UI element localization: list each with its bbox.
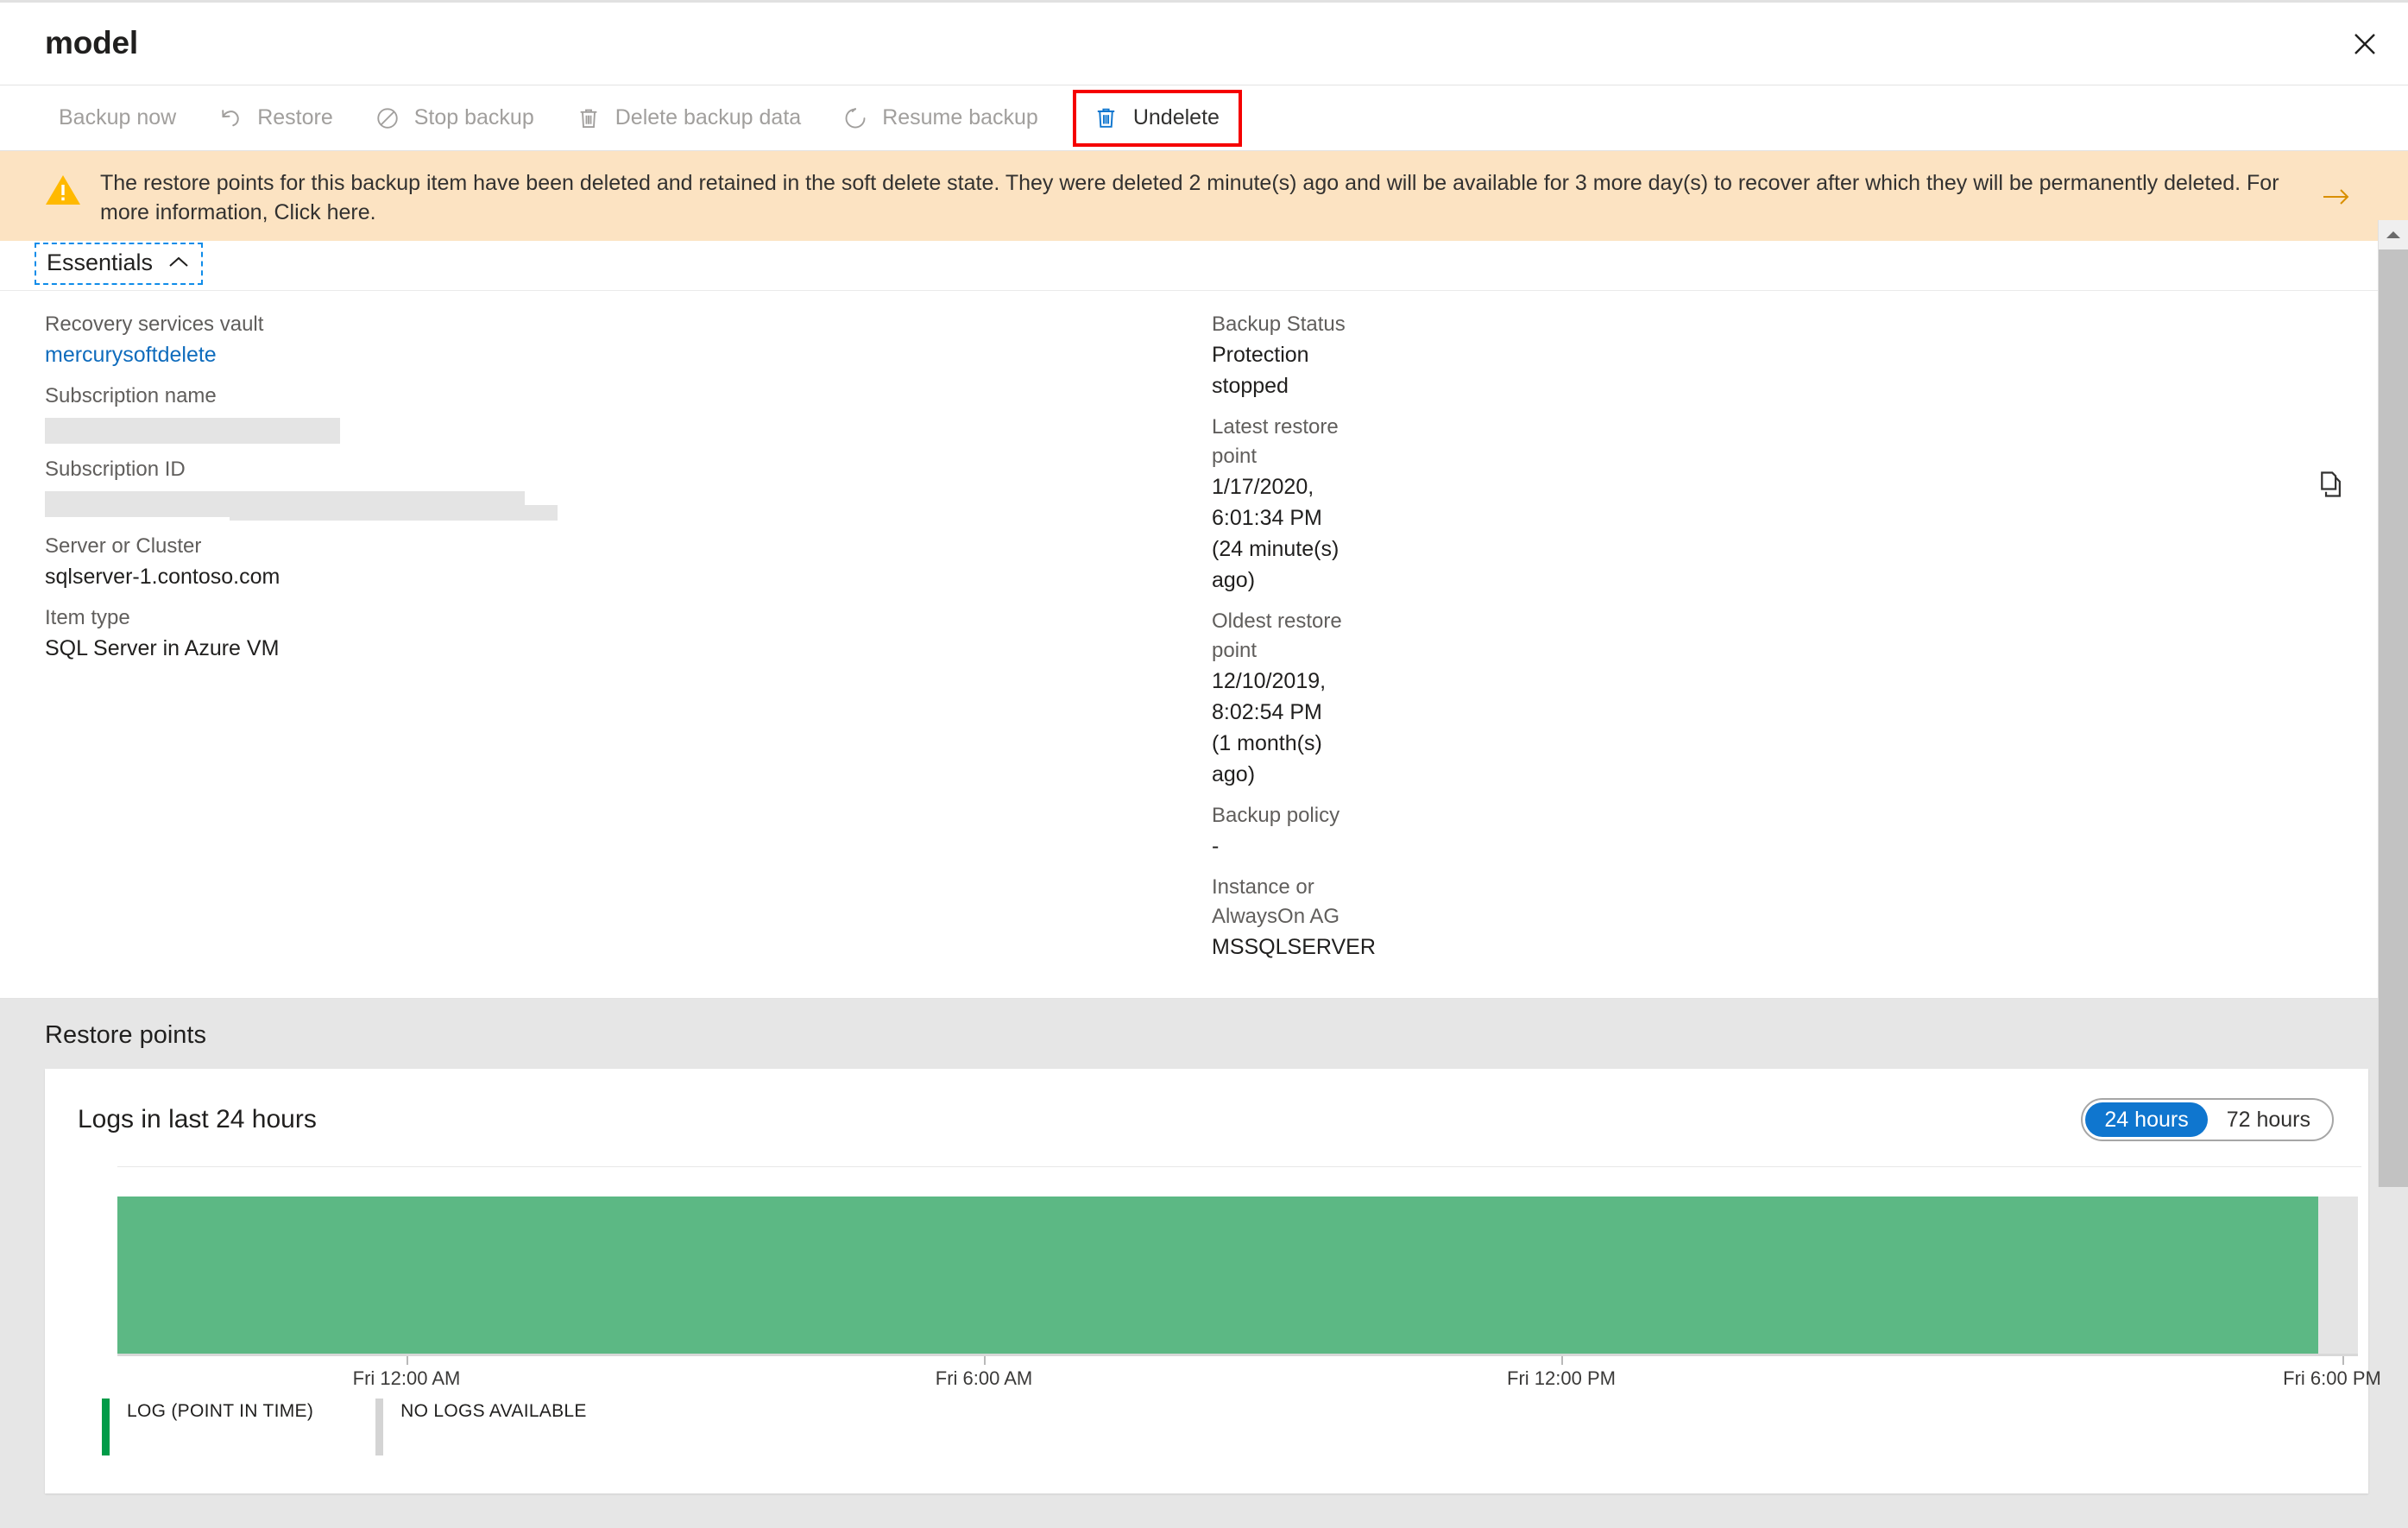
- range-option-24-hours[interactable]: 24 hours: [2085, 1102, 2208, 1137]
- restore-undo-icon: [216, 104, 245, 133]
- blade-container: model Backup now Restore Stop backup Del…: [0, 0, 2408, 1528]
- trash-icon: [574, 104, 603, 133]
- field-instance-or-alwayson-ag: Instance or AlwaysOn AG MSSQLSERVER: [1212, 873, 1376, 963]
- instance-or-alwayson-ag-value: MSSQLSERVER: [1212, 935, 1376, 959]
- chevron-up-icon: [2386, 231, 2400, 238]
- oldest-restore-point-value: 12/10/2019, 8:02:54 PM (1 month(s) ago): [1212, 669, 1327, 786]
- field-label: Backup policy: [1212, 804, 1340, 827]
- backup-now-button[interactable]: Backup now: [45, 93, 190, 143]
- essentials-right-column: Backup Status Protection stopped Latest …: [0, 310, 1376, 974]
- vertical-scrollbar[interactable]: [2379, 220, 2408, 1187]
- undelete-label: Undelete: [1132, 105, 1220, 129]
- x-axis-tick-label: Fri 12:00 PM: [1507, 1367, 1616, 1389]
- restore-label: Restore: [257, 105, 333, 129]
- resume-backup-label: Resume backup: [882, 105, 1038, 129]
- copy-button[interactable]: [2313, 468, 2346, 501]
- restore-points-section: Restore points Logs in last 24 hours 24 …: [0, 999, 2408, 1528]
- delete-backup-data-button[interactable]: Delete backup data: [560, 93, 815, 143]
- legend-item-log-point-in-time[interactable]: LOG (POINT IN TIME): [102, 1399, 313, 1455]
- field-backup-status: Backup Status Protection stopped: [1212, 310, 1346, 401]
- x-axis-tick: [407, 1356, 408, 1365]
- x-axis-line: [117, 1354, 2358, 1356]
- stop-circle-icon: [373, 104, 402, 133]
- field-label: Latest restore point: [1212, 415, 1339, 468]
- chart-title: Logs in last 24 hours: [78, 1105, 317, 1133]
- field-label: Backup Status: [1212, 313, 1346, 336]
- stop-backup-label: Stop backup: [413, 105, 534, 129]
- logs-chart-card: Logs in last 24 hours 24 hours 72 hours …: [45, 1069, 2381, 1493]
- field-backup-policy: Backup policy -: [1212, 801, 1346, 862]
- close-icon: [2354, 34, 2375, 54]
- field-label: Oldest restore point: [1212, 609, 1342, 662]
- backup-status-value: Protection stopped: [1212, 343, 1309, 398]
- blade-titlebar: model: [0, 3, 2408, 85]
- range-option-72-hours[interactable]: 72 hours: [2208, 1102, 2329, 1137]
- close-button[interactable]: [2342, 22, 2387, 66]
- resume-refresh-icon: [841, 104, 870, 133]
- copy-icon: [2321, 471, 2341, 497]
- restore-button[interactable]: Restore: [202, 93, 347, 143]
- banner-message: The restore points for this backup item …: [100, 171, 2279, 224]
- chart-top-divider: [117, 1166, 2361, 1167]
- restore-points-title: Restore points: [45, 1021, 206, 1049]
- backup-policy-value: -: [1212, 834, 1220, 858]
- essentials-panel: Recovery services vault mercurysoftdelet…: [0, 291, 2408, 999]
- logs-timeline-plot: Fri 12:00 AM Fri 6:00 AM Fri 12:00 PM Fr…: [117, 1166, 2381, 1389]
- essentials-toggle[interactable]: Essentials: [35, 243, 204, 285]
- page-title: model: [45, 25, 138, 60]
- legend-swatch-gray: [375, 1399, 384, 1455]
- log-point-in-time-bar[interactable]: [117, 1197, 2318, 1354]
- chart-header: Logs in last 24 hours 24 hours 72 hours: [45, 1069, 2368, 1141]
- soft-delete-warning-banner: The restore points for this backup item …: [0, 151, 2408, 241]
- legend-swatch-green: [102, 1399, 110, 1455]
- field-label: Instance or AlwaysOn AG: [1212, 875, 1340, 928]
- legend-item-no-logs-available[interactable]: NO LOGS AVAILABLE: [375, 1399, 587, 1455]
- essentials-label: Essentials: [47, 249, 154, 275]
- latest-restore-point-value: 1/17/2020, 6:01:34 PM (24 minute(s) ago): [1212, 475, 1340, 592]
- legend-label: NO LOGS AVAILABLE: [400, 1401, 587, 1421]
- resume-backup-button[interactable]: Resume backup: [827, 93, 1052, 143]
- x-axis-tick: [1561, 1356, 1563, 1365]
- stop-backup-button[interactable]: Stop backup: [359, 93, 548, 143]
- x-axis-tick-label: Fri 6:00 AM: [935, 1367, 1033, 1389]
- warning-triangle-icon: [45, 174, 81, 206]
- trash-restore-icon: [1092, 104, 1121, 133]
- command-bar: Backup now Restore Stop backup Delete ba…: [0, 85, 2408, 151]
- x-axis-tick: [2342, 1356, 2344, 1365]
- essentials-header: Essentials: [0, 241, 2408, 291]
- x-axis-tick-label: Fri 6:00 PM: [2283, 1367, 2381, 1389]
- scroll-up-button[interactable]: [2379, 220, 2408, 249]
- no-logs-available-bar[interactable]: [2318, 1197, 2358, 1354]
- x-axis-tick: [984, 1356, 986, 1365]
- x-axis-tick-label: Fri 12:00 AM: [352, 1367, 461, 1389]
- legend-label: LOG (POINT IN TIME): [127, 1401, 314, 1421]
- undelete-button[interactable]: Undelete: [1072, 89, 1242, 147]
- chevron-up-icon: [167, 249, 191, 276]
- delete-backup-data-label: Delete backup data: [615, 105, 802, 129]
- field-latest-restore-point: Latest restore point 1/17/2020, 6:01:34 …: [1212, 413, 1346, 596]
- backup-now-label: Backup now: [59, 105, 177, 129]
- field-oldest-restore-point: Oldest restore point 12/10/2019, 8:02:54…: [1212, 607, 1346, 790]
- time-range-toggle: 24 hours 72 hours: [2081, 1098, 2334, 1141]
- banner-expand-button[interactable]: [2322, 184, 2351, 210]
- chart-legend: LOG (POINT IN TIME) NO LOGS AVAILABLE: [102, 1399, 649, 1455]
